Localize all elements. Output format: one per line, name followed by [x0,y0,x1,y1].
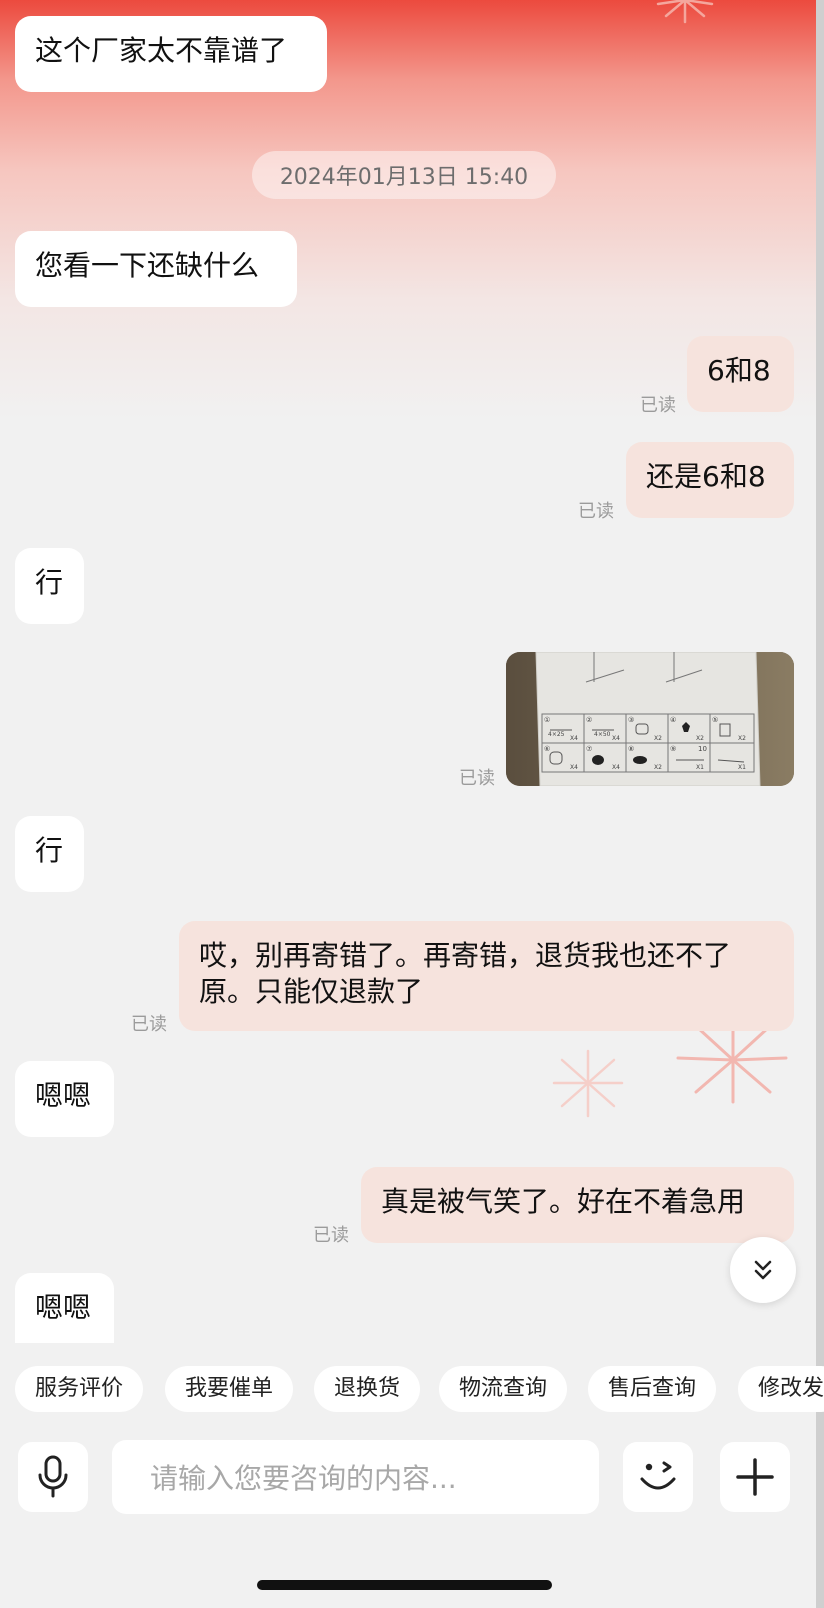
part-qty-label: X4 [570,735,578,742]
quick-action-chip[interactable]: 服务评价 [15,1366,144,1412]
part-number-label: ⑤ [712,716,718,724]
read-status: 已读 [313,1225,349,1246]
emoji-button[interactable] [623,1442,693,1512]
part-qty-label: X4 [612,764,620,771]
message-input[interactable]: 请输入您要咨询的内容... [112,1440,599,1514]
read-status: 已读 [640,395,676,416]
voice-input-button[interactable] [18,1442,88,1512]
quick-action-chip[interactable]: 售后查询 [588,1366,717,1412]
part-number-label: ⑨ [670,745,676,753]
part-qty-label: X4 [570,764,578,771]
plus-icon [736,1458,774,1496]
quick-actions-bar: 服务评价 我要催单 退换货 物流查询 售后查询 修改发 [15,1366,824,1412]
part-number-label: 10 [698,745,707,753]
image-message[interactable]: ① ② ③ ④ ⑤ ⑥ ⑦ ⑧ ⑨ 10 4×25 4×50 X4 X4 X2 … [506,652,794,786]
read-status: 已读 [578,501,614,522]
outgoing-message[interactable]: 真是被气笑了。好在不着急用 [361,1167,794,1243]
part-number-label: ④ [670,716,676,724]
part-qty-label: X4 [612,735,620,742]
incoming-message[interactable]: 这个厂家太不靠谱了 [15,16,327,92]
emoji-icon [640,1461,676,1490]
part-number-label: ② [586,716,592,724]
outgoing-message[interactable]: 还是6和8 [626,442,794,518]
part-qty-label: X2 [696,735,704,742]
quick-action-chip[interactable]: 修改发 [738,1366,824,1412]
part-number-label: ⑦ [586,745,592,753]
part-qty-label: X1 [738,764,746,771]
quick-action-chip[interactable]: 退换货 [314,1366,421,1412]
microphone-icon [38,1455,68,1498]
incoming-message[interactable]: 嗯嗯 [15,1273,114,1343]
input-bar: 请输入您要咨询的内容... [0,1430,816,1550]
part-number-label: ① [544,716,550,724]
timestamp-divider: 2024年01月13日 15:40 [252,151,556,199]
firework-decoration-icon [656,0,714,24]
part-size-label: 4×50 [594,731,611,738]
double-chevron-down-icon [754,1260,772,1280]
part-qty-label: X1 [696,764,704,771]
quick-action-chip[interactable]: 我要催单 [165,1366,294,1412]
part-number-label: ⑥ [544,745,550,753]
incoming-message[interactable]: 行 [15,548,84,624]
incoming-message[interactable]: 行 [15,816,84,892]
part-qty-label: X2 [738,735,746,742]
part-size-label: 4×25 [548,731,565,738]
incoming-message[interactable]: 嗯嗯 [15,1061,114,1137]
home-indicator [257,1580,552,1590]
more-options-button[interactable] [720,1442,790,1512]
incoming-message[interactable]: 您看一下还缺什么 [15,231,297,307]
message-line: 哎，别再寄错了。再寄错，退货我也还不了 [199,939,732,972]
read-status: 已读 [459,768,495,789]
scroll-to-bottom-button[interactable] [730,1237,796,1303]
quick-action-chip[interactable]: 物流查询 [439,1366,568,1412]
part-number-label: ③ [628,716,634,724]
part-number-label: ⑧ [628,745,634,753]
part-qty-label: X2 [654,764,662,771]
read-status: 已读 [131,1014,167,1035]
part-qty-label: X2 [654,735,662,742]
outgoing-message[interactable]: 6和8 [687,336,794,412]
message-line: 原。只能仅退款了 [199,975,424,1008]
outgoing-message[interactable]: 哎，别再寄错了。再寄错，退货我也还不了 原。只能仅退款了 [179,921,794,1031]
parts-diagram-photo: ① ② ③ ④ ⑤ ⑥ ⑦ ⑧ ⑨ 10 4×25 4×50 X4 X4 X2 … [506,652,794,786]
firework-decoration-icon [552,1049,624,1118]
